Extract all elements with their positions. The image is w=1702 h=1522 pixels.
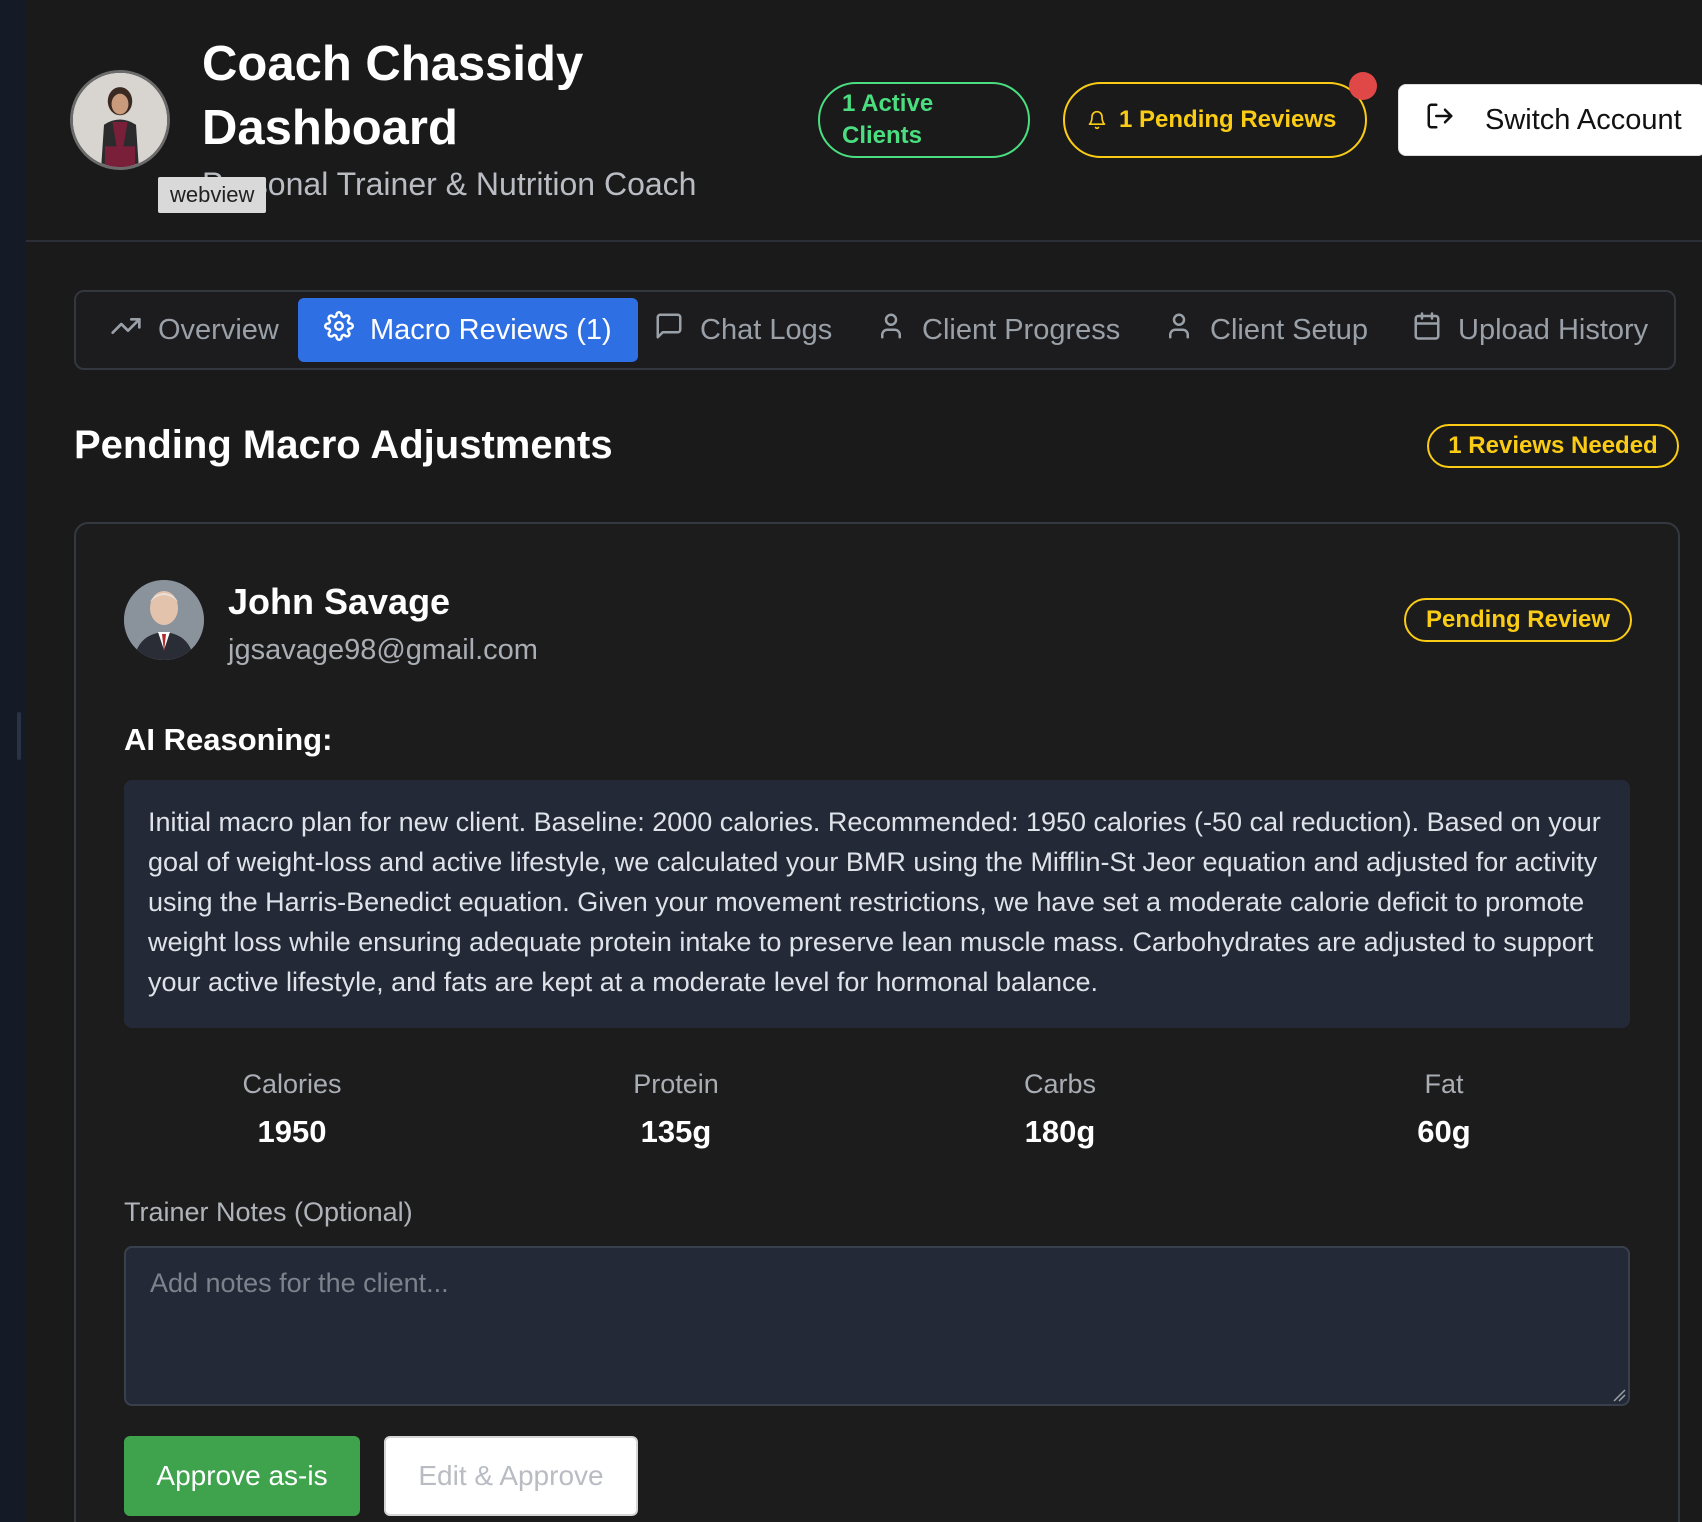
client-email: jgsavage98@gmail.com bbox=[228, 634, 538, 666]
macro-summary: Calories 1950 Protein 135g Carbs 180g Fa… bbox=[124, 1066, 1630, 1166]
calendar-icon bbox=[1412, 311, 1442, 349]
macro-label: Fat bbox=[1424, 1069, 1464, 1099]
macro-calories: Calories 1950 bbox=[182, 1066, 402, 1152]
notification-dot bbox=[1349, 72, 1377, 100]
pending-reviews-badge[interactable]: 1 Pending Reviews bbox=[1063, 82, 1367, 158]
client-name: John Savage bbox=[228, 581, 451, 622]
trending-up-icon bbox=[110, 310, 142, 350]
tab-label: Overview bbox=[158, 313, 279, 346]
webview-tag: webview bbox=[158, 177, 267, 213]
tab-chat-logs[interactable]: Chat Logs bbox=[628, 298, 858, 362]
switch-account-button[interactable]: Switch Account bbox=[1398, 84, 1702, 156]
edit-approve-button[interactable]: Edit & Approve bbox=[384, 1436, 638, 1516]
tab-overview[interactable]: Overview bbox=[84, 298, 305, 362]
tab-label: Client Setup bbox=[1210, 313, 1368, 346]
tab-macro-reviews[interactable]: Macro Reviews (1) bbox=[298, 298, 638, 362]
review-card: John Savage jgsavage98@gmail.com Pending… bbox=[74, 522, 1680, 1522]
ai-reasoning-text: Initial macro plan for new client. Basel… bbox=[124, 780, 1630, 1028]
macro-carbs: Carbs 180g bbox=[950, 1066, 1170, 1152]
macro-value: 1950 bbox=[257, 1114, 327, 1149]
tab-label: Chat Logs bbox=[700, 313, 833, 346]
switch-account-label: Switch Account bbox=[1485, 103, 1682, 136]
chat-icon bbox=[654, 311, 684, 349]
ai-reasoning-label: AI Reasoning: bbox=[124, 722, 333, 757]
coach-avatar bbox=[70, 70, 170, 170]
macro-label: Protein bbox=[633, 1069, 719, 1099]
tab-label: Upload History bbox=[1458, 313, 1649, 346]
user-icon bbox=[1164, 311, 1194, 349]
page-title: Coach Chassidy Dashboard bbox=[202, 37, 584, 155]
tab-bar: Overview Macro Reviews (1) Chat Logs Cli… bbox=[74, 290, 1676, 370]
app-root: webview Coach Chassidy Dashboard Persona… bbox=[0, 0, 1702, 1522]
trainer-notes-label: Trainer Notes (Optional) bbox=[124, 1197, 413, 1227]
tab-label: Client Progress bbox=[922, 313, 1121, 346]
client-avatar bbox=[124, 580, 204, 660]
gear-icon bbox=[324, 311, 354, 349]
bell-icon bbox=[1087, 109, 1107, 131]
tab-client-setup[interactable]: Client Setup bbox=[1138, 298, 1394, 362]
macro-label: Calories bbox=[242, 1069, 342, 1099]
macro-value: 60g bbox=[1417, 1114, 1471, 1149]
approve-button[interactable]: Approve as-is bbox=[124, 1436, 360, 1516]
logout-icon bbox=[1425, 101, 1455, 139]
left-sidebar-strip bbox=[0, 0, 26, 1522]
active-clients-badge: 1 Active Clients bbox=[818, 82, 1030, 158]
trainer-notes-input[interactable] bbox=[124, 1246, 1630, 1406]
status-badge: Pending Review bbox=[1404, 598, 1632, 642]
tab-upload-history[interactable]: Upload History bbox=[1386, 298, 1674, 362]
pending-reviews-label: 1 Pending Reviews bbox=[1119, 106, 1337, 133]
dashboard-header: webview Coach Chassidy Dashboard Persona… bbox=[26, 0, 1702, 242]
macro-value: 180g bbox=[1024, 1114, 1096, 1149]
reviews-needed-badge: 1 Reviews Needed bbox=[1427, 424, 1679, 468]
user-icon bbox=[876, 311, 906, 349]
macro-protein: Protein 135g bbox=[566, 1066, 786, 1152]
macro-value: 135g bbox=[640, 1114, 712, 1149]
tab-label: Macro Reviews (1) bbox=[370, 313, 612, 346]
page-subtitle: Personal Trainer & Nutrition Coach bbox=[202, 166, 697, 202]
sidebar-resize-handle[interactable] bbox=[17, 712, 21, 760]
macro-fat: Fat 60g bbox=[1334, 1066, 1554, 1152]
tab-client-progress[interactable]: Client Progress bbox=[850, 298, 1146, 362]
active-clients-label: 1 Active Clients bbox=[842, 90, 934, 149]
section-title: Pending Macro Adjustments bbox=[74, 423, 613, 467]
macro-label: Carbs bbox=[1023, 1069, 1097, 1099]
